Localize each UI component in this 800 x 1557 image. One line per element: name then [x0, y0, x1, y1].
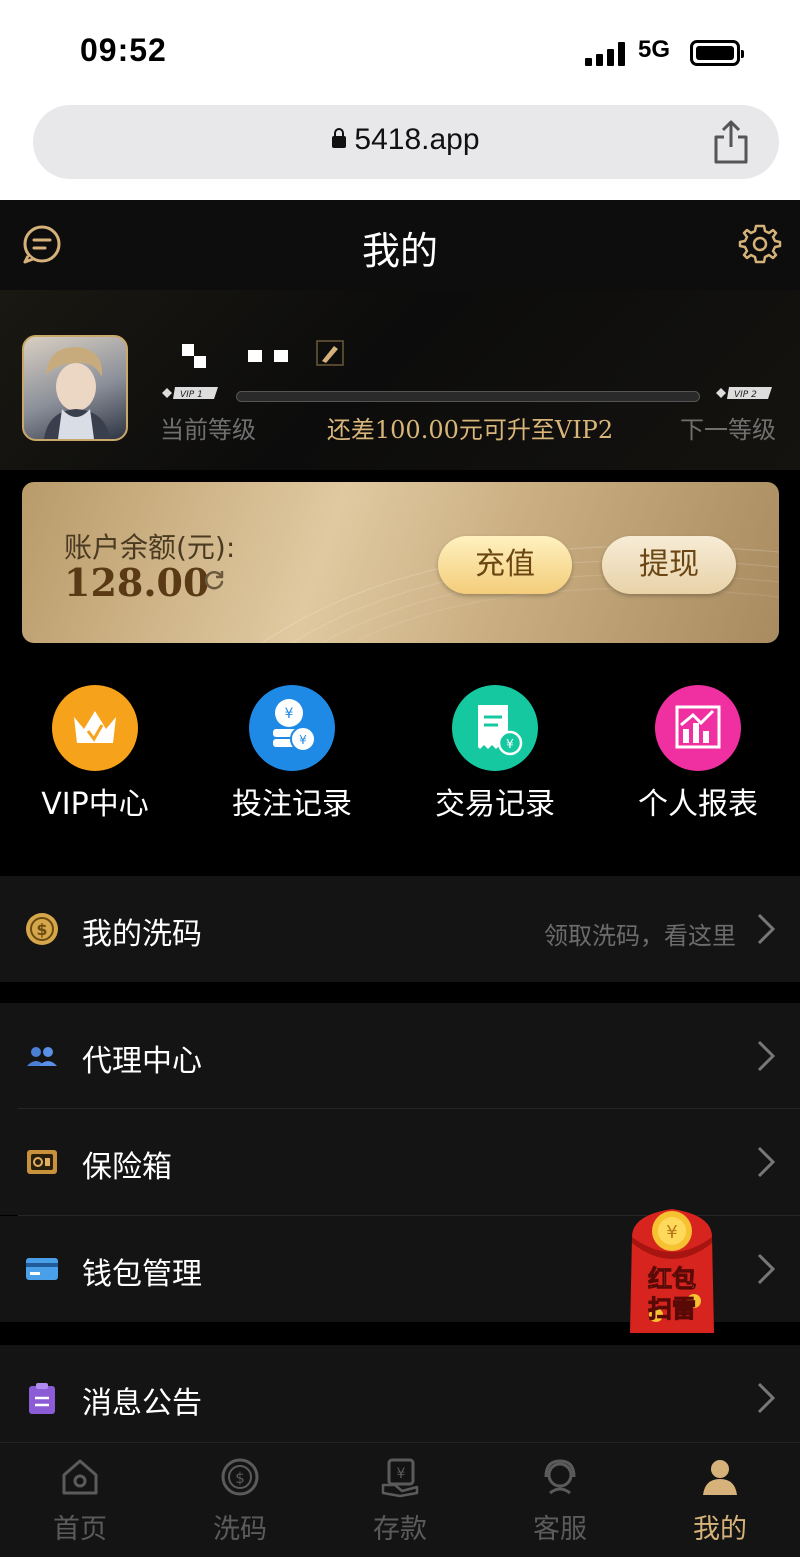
svg-text:¥: ¥ [666, 1222, 677, 1243]
menu-safe-box[interactable]: 保险箱 [0, 1109, 800, 1215]
envelope-line2: 扫雷 [648, 1295, 696, 1323]
battery-icon [690, 40, 744, 66]
chevron-right-icon [757, 1040, 776, 1072]
menu-agent-center[interactable]: 代理中心 [0, 1003, 800, 1109]
refresh-icon[interactable] [202, 568, 226, 592]
tab-label: 客服 [533, 1514, 587, 1545]
users-icon [27, 1047, 57, 1066]
coin-dollar-icon: $ [26, 913, 58, 945]
signal-icon [585, 42, 627, 66]
settings-gear-icon[interactable] [738, 222, 782, 266]
svg-text:¥: ¥ [299, 733, 307, 747]
url-text: 5418.app [354, 123, 480, 156]
quick-link-label: VIP中心 [41, 787, 149, 822]
share-icon[interactable] [711, 119, 751, 165]
safe-icon [27, 1150, 57, 1174]
red-envelope-minesweeper-button[interactable]: ¥ 红包 扫雷 [628, 1205, 716, 1335]
withdraw-button[interactable]: 提现 [602, 536, 736, 594]
chevron-right-icon [757, 1146, 776, 1178]
profile-section: VIP 1 VIP 2 当前等级 还差100.00元可升至VIP2 下一等级 [0, 290, 800, 470]
chevron-right-icon [757, 1382, 776, 1414]
menu-label: 代理中心 [82, 1044, 202, 1079]
menu-my-wash[interactable]: $ 我的洗码 领取洗码，看这里 [0, 876, 800, 982]
menu-label: 我的洗码 [82, 917, 202, 952]
quick-link-label: 投注记录 [232, 787, 352, 822]
username-masked [160, 342, 330, 368]
chevron-right-icon [757, 913, 776, 945]
quick-links: VIP中心 ¥ ¥ 投注记录 ¥ 交易记录 个人报表 [0, 660, 800, 860]
vip1-badge-text: VIP 1 [180, 390, 203, 400]
menu-label: 消息公告 [82, 1386, 202, 1421]
menu-hint: 领取洗码，看这里 [544, 922, 736, 950]
status-time: 09:52 [80, 32, 167, 68]
bottom-tab-bar: 首页 $ 洗码 ¥ 存款 客服 我的 [0, 1442, 800, 1557]
balance-card: 账户余额(元): 128.00 充值 提现 [22, 482, 779, 643]
tab-label: 存款 [373, 1514, 427, 1545]
svg-text:$: $ [36, 920, 47, 939]
app-header: 我的 [0, 200, 800, 290]
tab-customer-service[interactable]: 客服 [480, 1455, 640, 1546]
chevron-right-icon [757, 1253, 776, 1285]
edit-icon[interactable] [316, 340, 344, 366]
quick-link-label: 交易记录 [435, 787, 555, 822]
balance-value: 128.00 [64, 560, 210, 605]
tab-label: 我的 [693, 1514, 747, 1545]
card-icon [26, 1258, 58, 1280]
current-level-label: 当前等级 [160, 416, 256, 444]
headset-icon [544, 1459, 576, 1495]
tab-wash[interactable]: $ 洗码 [160, 1455, 320, 1546]
crown-icon [52, 685, 138, 771]
tab-label: 洗码 [213, 1514, 267, 1545]
tab-mine[interactable]: 我的 [640, 1455, 800, 1546]
vip-progress-bar [236, 391, 700, 402]
tab-home[interactable]: 首页 [0, 1455, 160, 1546]
vip1-badge: VIP 1 [162, 387, 218, 400]
next-level-label: 下一等级 [680, 416, 776, 444]
lock-icon [332, 128, 347, 148]
quick-link-label: 个人报表 [638, 787, 758, 822]
vip2-badge-text: VIP 2 [734, 390, 757, 400]
svg-text:¥: ¥ [397, 1466, 406, 1482]
svg-text:¥: ¥ [506, 737, 514, 751]
upgrade-hint: 还差100.00元可升至VIP2 [326, 416, 614, 444]
quick-link-bet-records[interactable]: ¥ ¥ 投注记录 [202, 685, 382, 823]
menu-notices[interactable]: 消息公告 [0, 1345, 800, 1442]
coins-icon: ¥ ¥ [249, 685, 335, 771]
receipt-icon: ¥ [452, 685, 538, 771]
status-bar: 09:52 5G [0, 0, 800, 100]
svg-text:$: $ [235, 1469, 245, 1487]
recharge-button[interactable]: 充值 [438, 536, 572, 594]
tab-deposit[interactable]: ¥ 存款 [320, 1455, 480, 1546]
avatar[interactable] [22, 335, 128, 441]
user-icon [703, 1460, 737, 1495]
tab-label: 首页 [53, 1514, 107, 1545]
quick-link-vip-center[interactable]: VIP中心 [5, 685, 185, 823]
browser-bar: 5418.app [0, 100, 800, 200]
clipboard-icon [29, 1383, 55, 1414]
network-type: 5G [638, 36, 671, 63]
quick-link-personal-report[interactable]: 个人报表 [608, 685, 788, 823]
vip2-badge: VIP 2 [716, 387, 772, 400]
menu-label: 保险箱 [82, 1150, 172, 1185]
home-icon [62, 1459, 98, 1495]
menu-label: 钱包管理 [82, 1257, 202, 1292]
url-field[interactable]: 5418.app [33, 105, 779, 179]
envelope-line1: 红包 [648, 1265, 696, 1293]
page-title: 我的 [361, 229, 438, 273]
svg-text:¥: ¥ [285, 706, 294, 722]
chart-icon [655, 685, 741, 771]
deposit-icon: ¥ [381, 1458, 419, 1498]
quick-link-transaction-records[interactable]: ¥ 交易记录 [405, 685, 585, 823]
dollar-circle-icon: $ [221, 1458, 259, 1496]
